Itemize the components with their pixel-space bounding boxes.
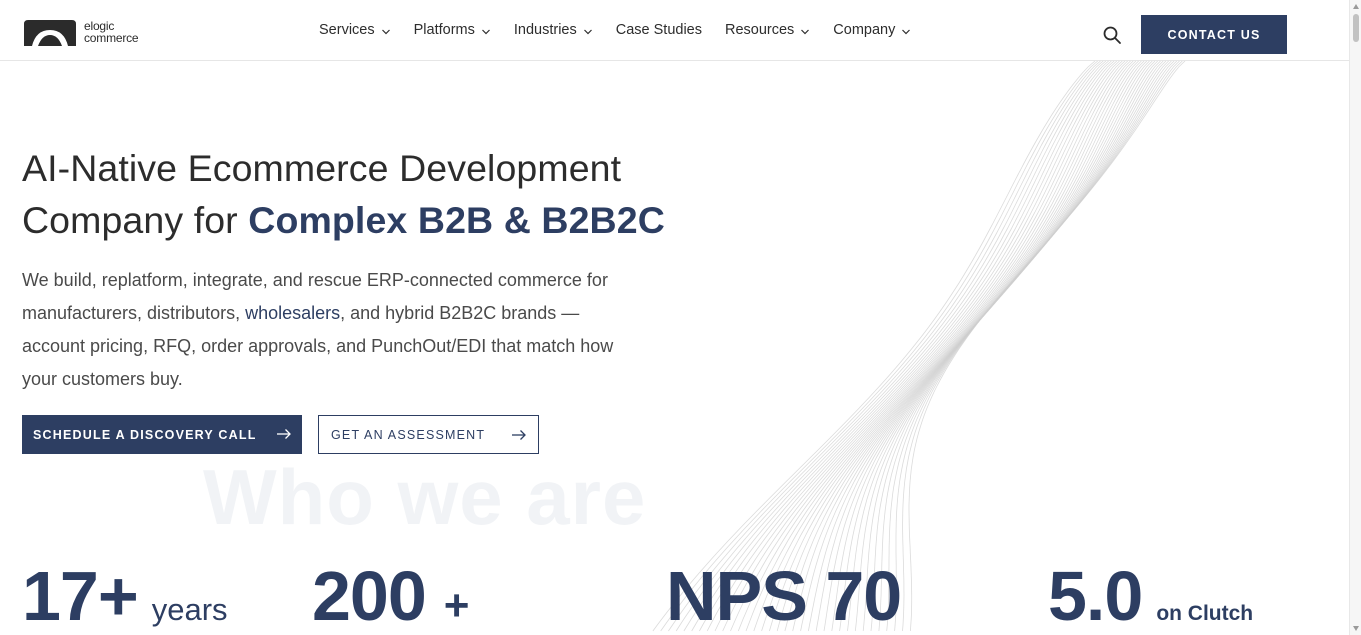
wave-line [839, 61, 1161, 632]
chevron-down-icon [801, 29, 810, 34]
nav-item-company[interactable]: Company [833, 22, 911, 38]
get-assessment-label: GET AN ASSESSMENT [331, 427, 486, 442]
wave-line [668, 61, 1101, 632]
scroll-up-icon[interactable] [1352, 3, 1360, 11]
nav-item-label: Company [833, 22, 896, 38]
nav-item-label: Platforms [413, 22, 475, 38]
wave-line [691, 61, 1109, 632]
wave-line [808, 61, 1150, 632]
wave-line [823, 61, 1156, 632]
wave-line [683, 61, 1107, 632]
logo-line-2: commerce [84, 31, 139, 45]
wave-line [831, 61, 1158, 632]
page-scrollbar[interactable] [1349, 0, 1361, 635]
wave-line [675, 61, 1104, 632]
nav-item-label: Services [319, 22, 375, 38]
site-header: elogic commerce Services Platforms Industr… [0, 0, 1349, 61]
wave-line [847, 61, 1164, 632]
scroll-down-icon[interactable] [1352, 624, 1360, 632]
wave-line [784, 61, 1142, 632]
schedule-discovery-call-button[interactable]: SCHEDULE A DISCOVERY CALL [22, 415, 302, 454]
logo[interactable]: elogic commerce [22, 17, 147, 47]
chevron-down-icon [583, 29, 592, 34]
get-assessment-button[interactable]: GET AN ASSESSMENT [318, 415, 539, 454]
logo-text: elogic commerce [84, 20, 139, 45]
nav-item-case-studies[interactable]: Case Studies [616, 22, 702, 38]
scrollbar-thumb[interactable] [1353, 14, 1359, 42]
wave-line [652, 61, 1096, 632]
main-nav: Services Platforms Industries Case Studies R… [319, 22, 934, 38]
wave-line [854, 61, 1167, 632]
arrow-right-icon [277, 429, 291, 439]
wave-line [878, 61, 1175, 632]
stat-clutch: 5.0 on Clutch [1048, 556, 1253, 635]
stat-years: 17+ years [22, 556, 228, 635]
logo-mark-icon [24, 20, 76, 46]
hero-title-line-2-prefix: Company for [22, 199, 249, 241]
stat-unit: years [151, 592, 228, 627]
stat-nps: NPS 70 [666, 556, 902, 635]
stat-value: 17+ [22, 557, 139, 635]
wave-line [730, 61, 1123, 632]
nav-item-label: Case Studies [615, 22, 702, 38]
search-icon[interactable] [1102, 25, 1122, 45]
wave-line [870, 61, 1172, 632]
stat-value: 200 [312, 557, 427, 635]
stat-value: NPS 70 [666, 557, 902, 635]
nav-item-industries[interactable]: Industries [514, 22, 593, 38]
page: elogic commerce Services Platforms Industr… [0, 0, 1361, 635]
wave-line [706, 61, 1115, 632]
contact-us-button[interactable]: CONTACT US [1141, 15, 1287, 54]
nav-item-label: Resources [724, 22, 795, 38]
chevron-down-icon [902, 29, 911, 34]
nav-item-services[interactable]: Services [319, 22, 391, 38]
wave-lines-decoration [652, 61, 1186, 632]
arrow-right-icon [512, 430, 526, 440]
stat-unit: on Clutch [1156, 602, 1254, 625]
chevron-down-icon [381, 29, 390, 34]
wave-line [660, 61, 1098, 632]
wave-line [699, 61, 1112, 632]
nav-item-resources[interactable]: Resources [725, 22, 810, 38]
hero-title-highlight: Complex B2B & B2B2C [248, 199, 665, 241]
wholesalers-link[interactable]: wholesalers [245, 303, 340, 323]
wave-line [886, 61, 1178, 632]
stat-projects: 200 + [312, 556, 470, 635]
stat-value: 5.0 [1048, 557, 1143, 635]
hero-title: AI-Native Ecommerce Development Company … [22, 142, 665, 246]
wave-line [815, 61, 1153, 632]
wave-line [761, 61, 1134, 632]
stat-unit: + [443, 581, 470, 630]
nav-item-platforms[interactable]: Platforms [414, 22, 491, 38]
hero-title-line-1: AI-Native Ecommerce Development [22, 147, 622, 189]
schedule-discovery-call-label: SCHEDULE A DISCOVERY CALL [33, 427, 257, 442]
chevron-down-icon [481, 29, 490, 34]
nav-item-label: Industries [513, 22, 577, 38]
hero-description: We build, replatform, integrate, and res… [22, 264, 622, 396]
who-we-are-watermark: Who we are [203, 453, 647, 541]
